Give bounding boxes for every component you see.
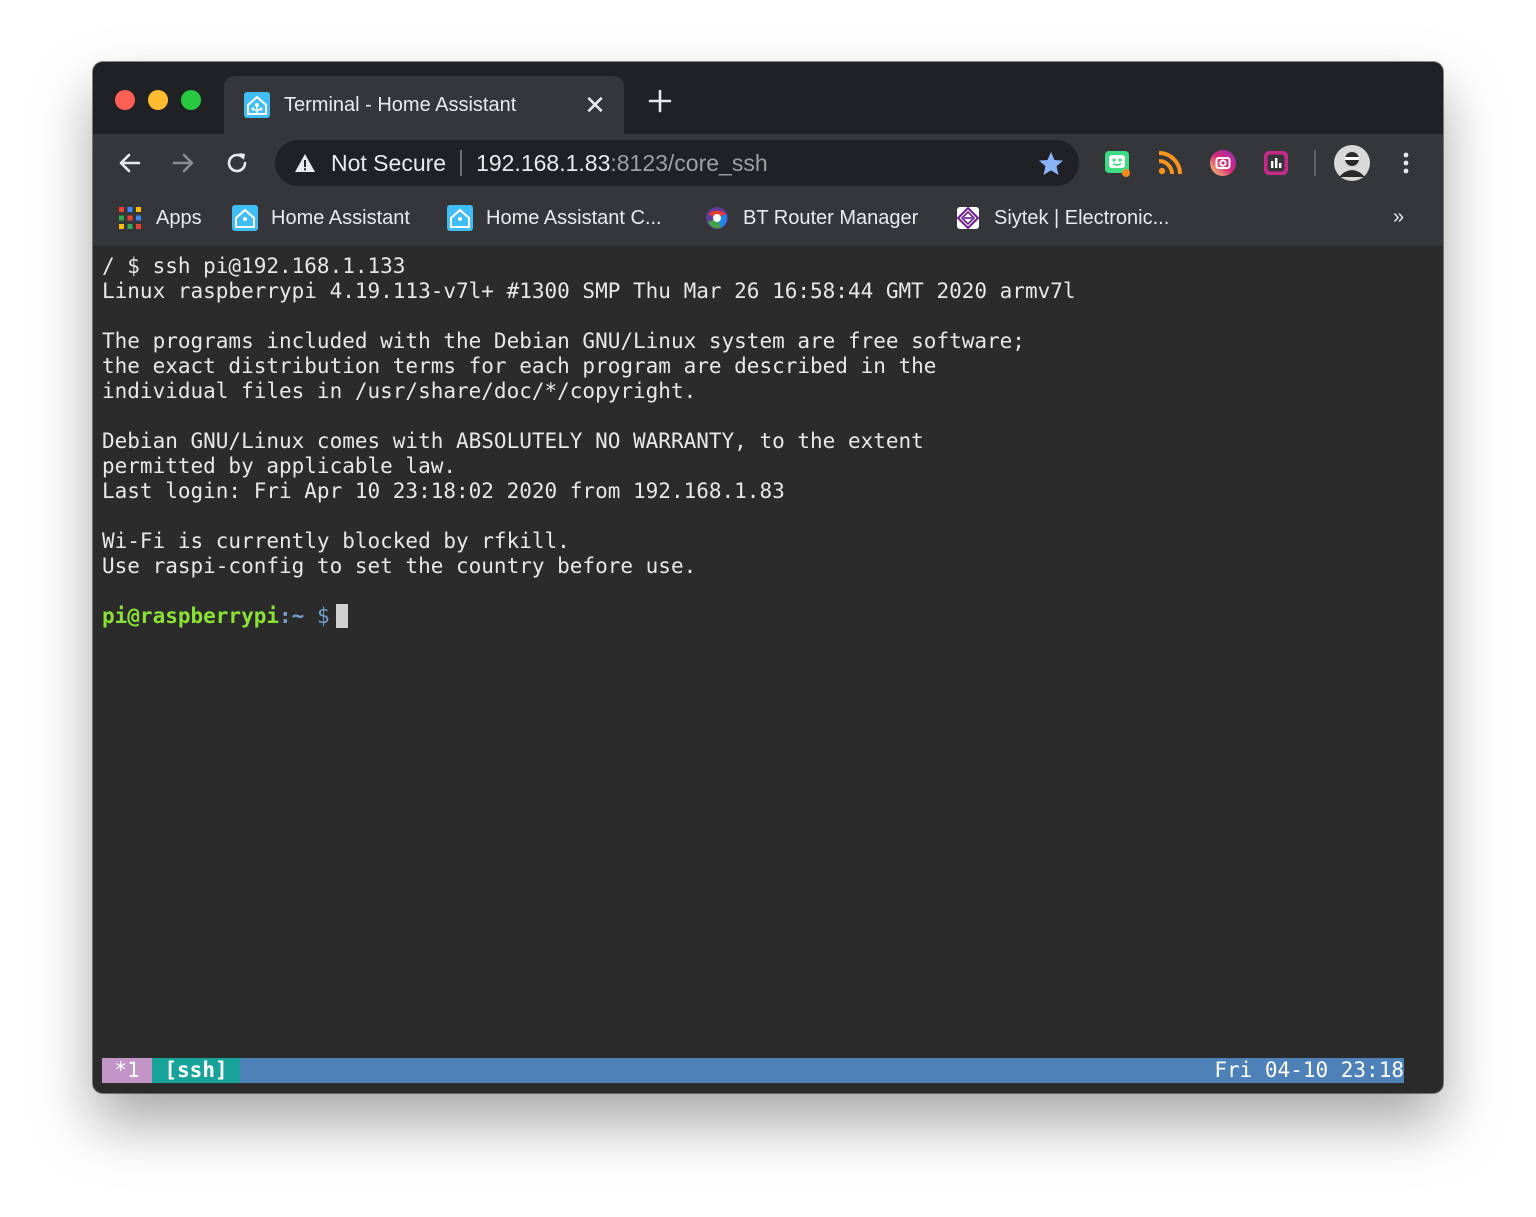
terminal-line: / $ ssh pi@192.168.1.133 bbox=[102, 254, 406, 278]
toolbar-divider bbox=[1314, 150, 1316, 176]
bookmark-label: Apps bbox=[156, 206, 202, 229]
terminal-line: Use raspi-config to set the country befo… bbox=[102, 554, 697, 578]
terminal-output: / $ ssh pi@192.168.1.133 Linux raspberry… bbox=[102, 254, 1076, 629]
profile-avatar[interactable] bbox=[1333, 144, 1371, 182]
browser-toolbar: Not Secure 192.168.1.83:8123/core_ssh bbox=[93, 134, 1443, 192]
bookmarks-bar: Apps Home Assistant Home Assistant C... bbox=[93, 192, 1443, 246]
home-assistant-icon bbox=[232, 205, 258, 231]
status-session-name[interactable]: [ssh] bbox=[152, 1058, 240, 1083]
siytek-logo-icon bbox=[956, 206, 980, 230]
status-clock: Fri 04-10 23:18 bbox=[1214, 1058, 1404, 1082]
bookmark-siytek[interactable]: Siytek | Electronic... bbox=[955, 202, 1169, 234]
tmux-status-bar: *1 [ssh] Fri 04-10 23:18 bbox=[102, 1058, 1404, 1083]
rss-extension-icon[interactable] bbox=[1155, 148, 1185, 178]
terminal-line: the exact distribution terms for each pr… bbox=[102, 354, 937, 378]
home-assistant-icon bbox=[447, 205, 473, 231]
terminal-line: Debian GNU/Linux comes with ABSOLUTELY N… bbox=[102, 429, 924, 453]
close-tab-icon[interactable]: ✕ bbox=[582, 92, 608, 118]
reload-icon[interactable] bbox=[222, 148, 252, 178]
bookmark-label: BT Router Manager bbox=[743, 206, 919, 229]
tab-terminal-home-assistant[interactable]: Terminal - Home Assistant ✕ bbox=[224, 76, 624, 134]
bookmark-home-assistant[interactable]: Home Assistant bbox=[232, 202, 410, 234]
terminal-line: individual files in /usr/share/doc/*/cop… bbox=[102, 379, 697, 403]
prompt-path: :~ bbox=[279, 604, 305, 628]
more-bookmarks-chevron-icon[interactable]: » bbox=[1393, 206, 1404, 229]
terminal-line: Last login: Fri Apr 10 23:18:02 2020 fro… bbox=[102, 479, 785, 503]
url-host: 192.168.1.83 bbox=[476, 149, 611, 176]
analytics-extension-icon[interactable] bbox=[1261, 148, 1291, 178]
terminal-line: permitted by applicable law. bbox=[102, 454, 457, 478]
shell-prompt[interactable]: pi@raspberrypi:~ $ bbox=[102, 604, 1076, 629]
bookmark-label: Home Assistant C... bbox=[486, 206, 662, 229]
terminal-line: The programs included with the Debian GN… bbox=[102, 329, 1025, 353]
prompt-user-host: pi@raspberrypi bbox=[102, 604, 280, 628]
bookmark-label: Home Assistant bbox=[271, 206, 410, 229]
bt-globe-icon bbox=[706, 207, 728, 229]
omnibox-divider bbox=[460, 150, 463, 176]
tab-strip: Terminal - Home Assistant ✕ bbox=[93, 62, 1443, 134]
prompt-symbol: $ bbox=[304, 604, 330, 628]
maximize-window-button[interactable] bbox=[181, 90, 201, 110]
close-window-button[interactable] bbox=[115, 90, 135, 110]
url-path: :8123/core_ssh bbox=[610, 149, 768, 176]
home-assistant-icon bbox=[244, 92, 270, 118]
apps-grid-icon bbox=[119, 207, 141, 229]
bookmark-bt-router-manager[interactable]: BT Router Manager bbox=[704, 202, 918, 234]
terminal-line: Wi-Fi is currently blocked by rfkill. bbox=[102, 529, 570, 553]
bookmark-home-assistant-community[interactable]: Home Assistant C... bbox=[447, 202, 662, 234]
text-cursor bbox=[335, 604, 348, 628]
back-arrow-icon[interactable] bbox=[115, 148, 145, 178]
address-bar[interactable]: Not Secure 192.168.1.83:8123/core_ssh bbox=[275, 140, 1079, 186]
new-tab-icon[interactable] bbox=[645, 86, 675, 116]
status-window-index[interactable]: *1 bbox=[102, 1058, 152, 1083]
terminal-line: Linux raspberrypi 4.19.113-v7l+ #1300 SM… bbox=[102, 279, 1076, 303]
bookmark-apps[interactable]: Apps bbox=[117, 202, 202, 234]
forward-arrow-icon[interactable] bbox=[168, 148, 198, 178]
bookmark-label: Siytek | Electronic... bbox=[994, 206, 1170, 229]
minimize-window-button[interactable] bbox=[148, 90, 168, 110]
browser-window: Terminal - Home Assistant ✕ Not Secure 1… bbox=[93, 62, 1443, 1093]
warning-triangle-icon[interactable] bbox=[293, 151, 317, 175]
tab-title: Terminal - Home Assistant bbox=[284, 93, 517, 116]
bookmark-star-icon[interactable] bbox=[1037, 150, 1065, 178]
chat-extension-icon[interactable] bbox=[1102, 148, 1132, 178]
terminal-area[interactable]: / $ ssh pi@192.168.1.133 Linux raspberry… bbox=[93, 246, 1443, 1093]
security-status-label[interactable]: Not Secure bbox=[331, 150, 446, 177]
camera-extension-icon[interactable] bbox=[1208, 148, 1238, 178]
more-menu-icon[interactable] bbox=[1391, 148, 1421, 178]
